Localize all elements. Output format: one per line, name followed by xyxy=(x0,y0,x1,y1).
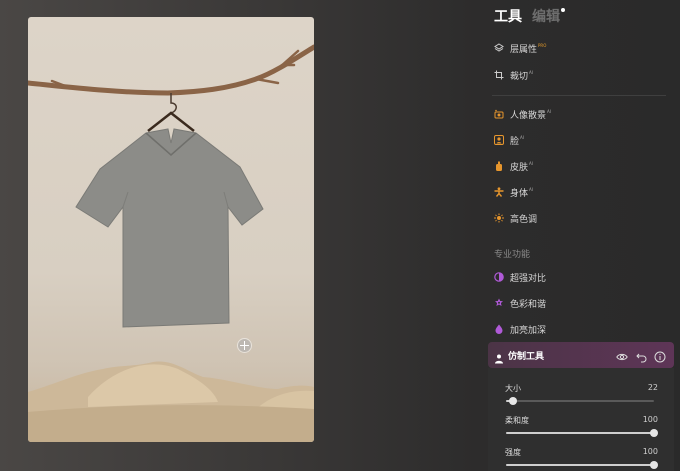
tool-color-harmony[interactable]: 色彩和谐 xyxy=(494,294,546,312)
tab-edit[interactable]: 编辑 xyxy=(532,6,560,26)
slider-value-strength: 100 xyxy=(642,447,658,456)
tool-layer-properties[interactable]: 层属性 PRO xyxy=(494,39,546,57)
slider-label-strength: 强度 xyxy=(505,448,521,457)
face-icon xyxy=(494,135,504,145)
ai-badge: AI xyxy=(547,108,551,114)
slider-value-softness: 100 xyxy=(642,415,658,424)
ai-badge: AI xyxy=(520,134,524,140)
softness-slider[interactable] xyxy=(506,429,658,437)
tab-tools[interactable]: 工具 xyxy=(494,6,522,26)
color-harmony-icon xyxy=(494,298,504,308)
tool-label: 超强对比 xyxy=(510,273,547,284)
slider-knob[interactable] xyxy=(509,397,518,405)
slider-label-softness: 柔和度 xyxy=(505,416,529,425)
tool-label: 人像散景 xyxy=(510,110,547,121)
tool-label: 高色调 xyxy=(510,214,538,225)
layers-icon xyxy=(494,43,504,53)
clone-tool-settings: 大小 22 柔和度 100 强度 100 xyxy=(488,368,674,471)
tool-super-contrast[interactable]: 超强对比 xyxy=(494,268,546,286)
tool-crop[interactable]: 裁切 AI xyxy=(494,66,533,84)
slider-fill xyxy=(506,432,654,434)
tool-face[interactable]: 脸 AI xyxy=(494,131,524,149)
tool-label: 色彩和谐 xyxy=(510,299,547,310)
photo-canvas[interactable] xyxy=(28,17,314,442)
slider-value-size: 22 xyxy=(647,383,658,392)
tool-skin[interactable]: 皮肤 AI xyxy=(494,157,533,175)
slider-fill xyxy=(506,464,654,466)
ai-badge: AI xyxy=(529,186,533,192)
notification-dot xyxy=(561,8,565,12)
size-slider[interactable] xyxy=(506,397,654,405)
ai-badge: AI xyxy=(529,69,533,75)
undo-icon[interactable] xyxy=(636,348,648,363)
visibility-eye-icon[interactable] xyxy=(616,348,628,361)
tool-label: 脸 xyxy=(510,136,520,147)
high-tone-icon xyxy=(494,213,504,223)
tool-body[interactable]: 身体 AI xyxy=(494,183,533,201)
tool-label: 身体 xyxy=(510,188,529,199)
dodge-burn-icon xyxy=(494,324,504,334)
panel-tabs: 工具 编辑 xyxy=(494,6,565,26)
tool-label: 层属性 xyxy=(510,44,538,55)
strength-slider[interactable] xyxy=(506,461,658,469)
divider xyxy=(492,95,666,96)
portrait-bokeh-icon xyxy=(494,109,504,119)
info-icon[interactable] xyxy=(654,348,666,363)
ai-badge: AI xyxy=(529,160,533,166)
clone-tool-header[interactable]: 仿制工具 xyxy=(488,342,674,368)
clone-stamp-icon xyxy=(494,349,504,364)
slider-knob[interactable] xyxy=(650,461,658,469)
slider-knob[interactable] xyxy=(650,429,658,437)
tool-label: 皮肤 xyxy=(510,162,529,173)
contrast-icon xyxy=(494,272,504,282)
tools-panel: 工具 编辑 层属性 PRO 裁切 AI 人像散景 AI 脸 AI 皮肤 AI 身… xyxy=(486,0,680,471)
pro-badge: PRO xyxy=(538,42,547,48)
tool-dodge-burn[interactable]: 加亮加深 xyxy=(494,320,546,338)
tool-label: 加亮加深 xyxy=(510,325,547,336)
tool-label: 裁切 xyxy=(510,71,529,82)
crop-icon xyxy=(494,70,504,80)
crosshair-cursor-icon xyxy=(238,339,251,352)
slider-label-size: 大小 xyxy=(505,384,521,393)
clone-tool-title: 仿制工具 xyxy=(508,352,545,362)
section-title-pro: 专业功能 xyxy=(494,250,531,260)
skin-icon xyxy=(494,161,504,171)
body-icon xyxy=(494,187,504,197)
tool-portrait-bokeh[interactable]: 人像散景 AI xyxy=(494,105,551,123)
photo-image xyxy=(28,44,314,442)
tool-high-tone[interactable]: 高色调 xyxy=(494,209,537,227)
